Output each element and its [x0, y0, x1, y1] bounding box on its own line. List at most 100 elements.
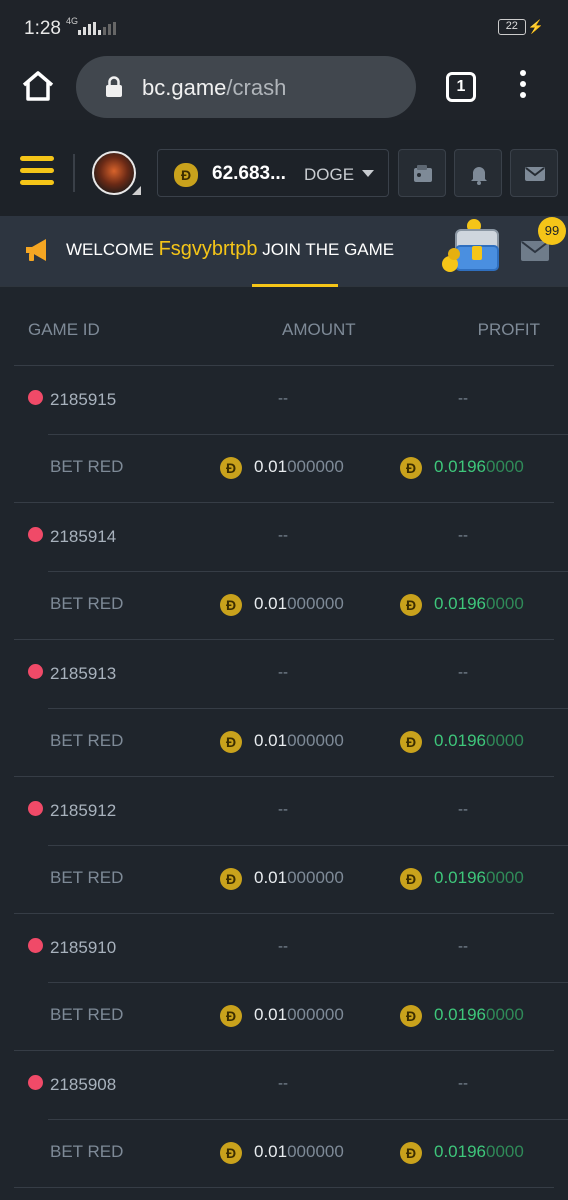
- header-divider: [73, 154, 75, 192]
- url-host: bc.game: [142, 75, 227, 100]
- address-bar[interactable]: bc.game/crash: [76, 56, 416, 118]
- avatar[interactable]: [92, 151, 136, 195]
- mail-icon: [525, 167, 545, 181]
- bet-label: BET RED: [50, 1141, 124, 1161]
- doge-coin-icon: Ð: [220, 730, 242, 753]
- bet-amount: 0.01000000: [254, 456, 344, 476]
- welcome-text: WELCOME Fsgvybrtpb JOIN THE GAME: [66, 238, 394, 261]
- bet-label: BET RED: [50, 593, 124, 613]
- bet-label: BET RED: [50, 456, 124, 476]
- table-header: GAME ID AMOUNT PROFIT: [0, 300, 568, 364]
- home-icon[interactable]: [20, 68, 56, 104]
- profit-empty: --: [458, 664, 468, 681]
- table-row[interactable]: 2185910 -- --: [28, 914, 568, 983]
- doge-coin-icon: Ð: [220, 1004, 242, 1027]
- game-id[interactable]: 2185914: [50, 527, 116, 547]
- bet-amount: 0.01000000: [254, 867, 344, 887]
- column-amount: AMOUNT: [282, 320, 356, 339]
- profit-empty: --: [458, 938, 468, 955]
- doge-coin-icon: Ð: [400, 1141, 422, 1164]
- bet-row: BET RED Ð 0.01000000 Ð 0.01960000: [14, 572, 554, 640]
- doge-coin-icon: Ð: [400, 1004, 422, 1027]
- result-dot: [28, 938, 43, 953]
- welcome-username: Fsgvybrtpb: [158, 238, 258, 260]
- game-id[interactable]: 2185913: [50, 664, 116, 684]
- app-header: Ð 62.683... DOGE: [0, 120, 568, 216]
- battery-indicator: 22 ⚡: [497, 19, 544, 35]
- table-row[interactable]: 2185913 -- --: [28, 640, 568, 709]
- table-row[interactable]: 2185908 -- --: [28, 1051, 568, 1120]
- bet-row: BET RED Ð 0.01000000 Ð 0.01960000: [14, 846, 554, 914]
- doge-coin-icon: Ð: [174, 163, 198, 187]
- game-id[interactable]: 2185910: [50, 938, 116, 958]
- network-type: 4G: [66, 16, 79, 26]
- signal-icon: [78, 22, 96, 35]
- bet-label: BET RED: [50, 730, 124, 750]
- bet-history-list: 2185915 -- -- BET RED Ð 0.01000000 Ð 0.01960000…: [0, 366, 568, 1188]
- browser-toolbar: bc.game/crash 1: [0, 56, 568, 120]
- game-id[interactable]: 2185912: [50, 801, 116, 821]
- bet-profit: 0.01960000: [434, 456, 524, 476]
- currency-selector[interactable]: Ð 62.683... DOGE: [157, 149, 389, 197]
- column-profit: PROFIT: [477, 320, 540, 339]
- bet-profit: 0.01960000: [434, 593, 524, 613]
- doge-coin-icon: Ð: [400, 867, 422, 890]
- result-dot: [28, 527, 43, 542]
- balance-amount: 62.683...: [212, 163, 286, 184]
- doge-coin-icon: Ð: [220, 867, 242, 890]
- megaphone-icon: [26, 239, 46, 261]
- game-id[interactable]: 2185908: [50, 1075, 116, 1095]
- profit-empty: --: [458, 390, 468, 407]
- active-tab-indicator: [252, 284, 338, 287]
- wallet-button[interactable]: [398, 149, 446, 197]
- notifications-button[interactable]: [454, 149, 502, 197]
- bell-icon: [471, 167, 487, 185]
- amount-empty: --: [278, 527, 288, 544]
- signal-icon-2: [98, 22, 116, 35]
- game-id[interactable]: 2185915: [50, 390, 116, 410]
- bet-label: BET RED: [50, 1004, 124, 1024]
- result-dot: [28, 801, 43, 816]
- amount-empty: --: [278, 664, 288, 681]
- bet-profit: 0.01960000: [434, 1141, 524, 1161]
- lock-icon: [106, 76, 122, 97]
- tab-switcher-button[interactable]: 1: [446, 72, 476, 102]
- bet-profit: 0.01960000: [434, 867, 524, 887]
- doge-coin-icon: Ð: [400, 456, 422, 479]
- welcome-prefix: WELCOME: [66, 240, 159, 259]
- doge-coin-icon: Ð: [220, 593, 242, 616]
- amount-empty: --: [278, 801, 288, 818]
- bet-row: BET RED Ð 0.01000000 Ð 0.01960000: [14, 983, 554, 1051]
- profit-empty: --: [458, 1075, 468, 1092]
- browser-menu-icon[interactable]: [518, 70, 528, 104]
- bet-row: BET RED Ð 0.01000000 Ð 0.01960000: [14, 709, 554, 777]
- status-time: 1:28: [24, 18, 61, 39]
- treasure-chest-icon[interactable]: [438, 216, 504, 278]
- table-row[interactable]: 2185912 -- --: [28, 777, 568, 846]
- messages-button[interactable]: [510, 149, 558, 197]
- wallet-icon: [414, 165, 432, 182]
- doge-coin-icon: Ð: [400, 593, 422, 616]
- message-count-badge: 99: [538, 217, 566, 245]
- bet-label: BET RED: [50, 867, 124, 887]
- url-path: /crash: [226, 75, 287, 100]
- amount-empty: --: [278, 938, 288, 955]
- hamburger-menu-icon[interactable]: [20, 156, 54, 186]
- amount-empty: --: [278, 1075, 288, 1092]
- doge-coin-icon: Ð: [220, 1141, 242, 1164]
- bet-profit: 0.01960000: [434, 730, 524, 750]
- battery-level: 22: [497, 19, 526, 35]
- result-dot: [28, 1075, 43, 1090]
- bet-row: BET RED Ð 0.01000000 Ð 0.01960000: [14, 435, 554, 503]
- bet-amount: 0.01000000: [254, 593, 344, 613]
- profit-empty: --: [458, 801, 468, 818]
- chevron-down-icon: [362, 170, 374, 177]
- doge-coin-icon: Ð: [220, 456, 242, 479]
- welcome-banner: WELCOME Fsgvybrtpb JOIN THE GAME 99: [0, 216, 568, 286]
- bet-amount: 0.01000000: [254, 1141, 344, 1161]
- table-row[interactable]: 2185914 -- --: [28, 503, 568, 572]
- table-row[interactable]: 2185915 -- --: [28, 366, 568, 435]
- result-dot: [28, 664, 43, 679]
- amount-empty: --: [278, 390, 288, 407]
- currency-label: DOGE: [304, 165, 355, 184]
